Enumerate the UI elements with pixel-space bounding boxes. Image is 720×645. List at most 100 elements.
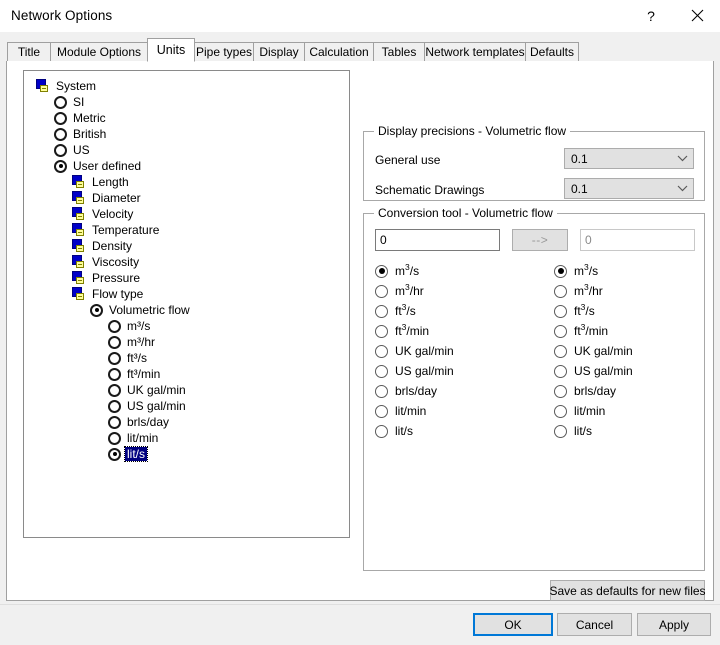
tab-defaults[interactable]: Defaults <box>525 42 579 61</box>
radio-unchecked-icon[interactable] <box>375 364 388 378</box>
radio-checked-icon[interactable] <box>90 303 103 317</box>
radio-unchecked-icon[interactable] <box>554 404 567 418</box>
tree-item-user-defined[interactable]: User defined <box>54 158 143 174</box>
radio-unchecked-icon[interactable] <box>554 424 567 438</box>
conversion-to-radio-brls-day[interactable]: brls/day <box>554 382 616 400</box>
conversion-to-radio-ft-min[interactable]: ft3/min <box>554 322 608 340</box>
tree-item-velocity[interactable]: Velocity <box>72 206 135 222</box>
conversion-input-field[interactable] <box>375 229 500 251</box>
conversion-from-radio-uk-gal-min[interactable]: UK gal/min <box>375 342 454 360</box>
tab-network-templates[interactable]: Network templates <box>424 42 526 61</box>
tab-calculation[interactable]: Calculation <box>304 42 374 61</box>
radio-unchecked-icon[interactable] <box>375 384 388 398</box>
tree-item-british[interactable]: British <box>54 126 108 142</box>
radio-unchecked-icon[interactable] <box>54 127 67 141</box>
convert-button[interactable]: --> <box>512 229 568 251</box>
radio-checked-icon[interactable] <box>108 447 121 461</box>
tab-tables[interactable]: Tables <box>373 42 425 61</box>
conversion-from-radio-lit-s[interactable]: lit/s <box>375 422 413 440</box>
tree-node-icon <box>72 207 87 221</box>
tree-item-label: m³/s <box>127 319 151 333</box>
display-precisions-group: Display precisions - Volumetric flow Gen… <box>363 124 705 201</box>
tab-module-options[interactable]: Module Options <box>50 42 148 61</box>
tree-item-volumetric-flow[interactable]: Volumetric flow <box>90 302 192 318</box>
radio-unchecked-icon[interactable] <box>375 424 388 438</box>
conversion-from-radio-m-s[interactable]: m3/s <box>375 262 419 280</box>
conversion-from-radio-lit-min[interactable]: lit/min <box>375 402 426 420</box>
close-icon[interactable] <box>674 0 720 31</box>
units-tree[interactable]: System SI Metric British US User defined Lengt… <box>23 70 350 538</box>
conversion-to-radio-lit-min[interactable]: lit/min <box>554 402 605 420</box>
tree-item-us[interactable]: US <box>54 142 92 158</box>
tree-item-density[interactable]: Density <box>72 238 134 254</box>
radio-unchecked-icon[interactable] <box>54 143 67 157</box>
conversion-to-radio-m-s[interactable]: m3/s <box>554 262 598 280</box>
radio-unchecked-icon[interactable] <box>108 383 121 397</box>
tree-item-viscosity[interactable]: Viscosity <box>72 254 141 270</box>
tree-item-lit-s[interactable]: lit/s <box>108 446 148 462</box>
tab-units[interactable]: Units <box>147 38 195 62</box>
tree-item-flow-type[interactable]: Flow type <box>72 286 145 302</box>
cancel-button[interactable]: Cancel <box>557 613 632 636</box>
tab-title[interactable]: Title <box>7 42 51 61</box>
apply-button[interactable]: Apply <box>637 613 711 636</box>
radio-unchecked-icon[interactable] <box>375 404 388 418</box>
tab-pipe-types[interactable]: Pipe types <box>194 42 254 61</box>
conversion-to-radio-ft-s[interactable]: ft3/s <box>554 302 595 320</box>
conversion-output-field[interactable] <box>580 229 695 251</box>
radio-checked-icon[interactable] <box>554 264 567 278</box>
tree-item-lit-min[interactable]: lit/min <box>108 430 160 446</box>
tab-display[interactable]: Display <box>253 42 305 61</box>
radio-unchecked-icon[interactable] <box>108 399 121 413</box>
radio-unchecked-icon[interactable] <box>554 284 567 298</box>
radio-unchecked-icon[interactable] <box>554 344 567 358</box>
tree-item-system[interactable]: System <box>36 78 98 94</box>
save-as-defaults-button[interactable]: Save as defaults for new files <box>549 580 706 601</box>
tree-item-length[interactable]: Length <box>72 174 131 190</box>
tree-item-us-gal-min[interactable]: US gal/min <box>108 398 188 414</box>
radio-unchecked-icon[interactable] <box>375 304 388 318</box>
radio-unchecked-icon[interactable] <box>554 324 567 338</box>
radio-unchecked-icon[interactable] <box>554 304 567 318</box>
conversion-to-radio-label: UK gal/min <box>574 343 633 358</box>
radio-unchecked-icon[interactable] <box>54 111 67 125</box>
conversion-from-radio-brls-day[interactable]: brls/day <box>375 382 437 400</box>
radio-unchecked-icon[interactable] <box>108 335 121 349</box>
conversion-from-radio-ft-min[interactable]: ft3/min <box>375 322 429 340</box>
tree-item-m-s[interactable]: m³/s <box>108 318 152 334</box>
radio-unchecked-icon[interactable] <box>108 351 121 365</box>
radio-unchecked-icon[interactable] <box>108 319 121 333</box>
tree-item-brls-day[interactable]: brls/day <box>108 414 171 430</box>
radio-unchecked-icon[interactable] <box>108 415 121 429</box>
radio-checked-icon[interactable] <box>54 159 67 173</box>
radio-unchecked-icon[interactable] <box>375 284 388 298</box>
tree-item-diameter[interactable]: Diameter <box>72 190 143 206</box>
conversion-to-radio-m-hr[interactable]: m3/hr <box>554 282 603 300</box>
tree-item-ft-min[interactable]: ft³/min <box>108 366 162 382</box>
conversion-to-radio-lit-s[interactable]: lit/s <box>554 422 592 440</box>
radio-unchecked-icon[interactable] <box>554 364 567 378</box>
conversion-to-radio-us-gal-min[interactable]: US gal/min <box>554 362 633 380</box>
conversion-from-radio-ft-s[interactable]: ft3/s <box>375 302 416 320</box>
radio-unchecked-icon[interactable] <box>108 431 121 445</box>
radio-checked-icon[interactable] <box>375 264 388 278</box>
tree-item-uk-gal-min[interactable]: UK gal/min <box>108 382 188 398</box>
conversion-from-radio-m-hr[interactable]: m3/hr <box>375 282 424 300</box>
radio-unchecked-icon[interactable] <box>108 367 121 381</box>
radio-unchecked-icon[interactable] <box>554 384 567 398</box>
tree-item-pressure[interactable]: Pressure <box>72 270 142 286</box>
help-icon[interactable]: ? <box>628 0 674 31</box>
tree-item-si[interactable]: SI <box>54 94 86 110</box>
tree-item-metric[interactable]: Metric <box>54 110 108 126</box>
ok-button[interactable]: OK <box>473 613 553 636</box>
conversion-from-radio-us-gal-min[interactable]: US gal/min <box>375 362 454 380</box>
radio-unchecked-icon[interactable] <box>54 95 67 109</box>
schematic-drawings-precision-combo[interactable]: 0.1 <box>564 178 694 199</box>
conversion-to-radio-uk-gal-min[interactable]: UK gal/min <box>554 342 633 360</box>
general-use-precision-combo[interactable]: 0.1 <box>564 148 694 169</box>
tree-item-ft-s[interactable]: ft³/s <box>108 350 149 366</box>
radio-unchecked-icon[interactable] <box>375 324 388 338</box>
tree-item-temperature[interactable]: Temperature <box>72 222 161 238</box>
radio-unchecked-icon[interactable] <box>375 344 388 358</box>
tree-item-m-hr[interactable]: m³/hr <box>108 334 157 350</box>
